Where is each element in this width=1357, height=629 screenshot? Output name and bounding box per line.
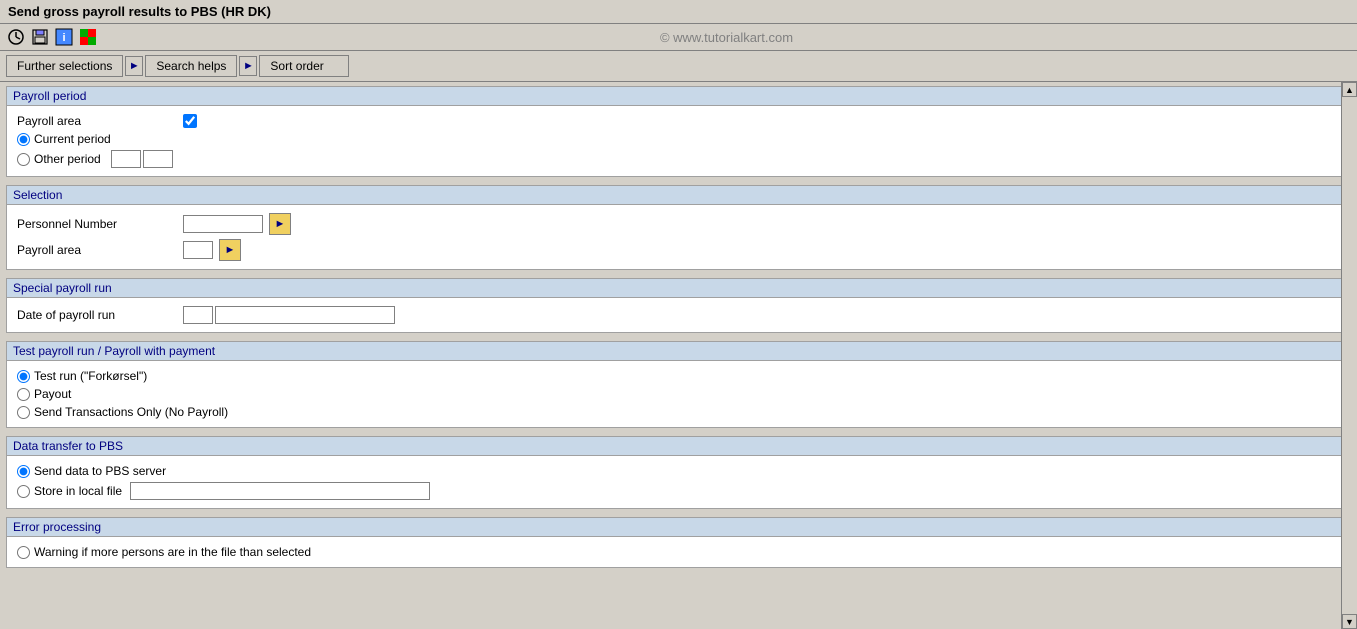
special-payroll-run-header: Special payroll run (7, 279, 1350, 298)
watermark: © www.tutorialkart.com (102, 30, 1351, 45)
arrow-btn-2[interactable]: ► (239, 56, 257, 76)
tab-sort-order[interactable]: Sort order (259, 55, 349, 77)
test-run-label: Test run ("Forkørsel") (34, 369, 147, 383)
payroll-area-row: Payroll area (17, 112, 1340, 130)
title-bar: Send gross payroll results to PBS (HR DK… (0, 0, 1357, 24)
selection-header: Selection (7, 186, 1350, 205)
other-period-label: Other period (34, 152, 101, 166)
special-payroll-run-body: Date of payroll run (7, 298, 1350, 332)
test-run-radio[interactable] (17, 370, 30, 383)
data-transfer-header: Data transfer to PBS (7, 437, 1350, 456)
window-title: Send gross payroll results to PBS (HR DK… (8, 4, 271, 19)
tab-further-selections[interactable]: Further selections (6, 55, 123, 77)
selection-section: Selection Personnel Number ► Payroll are… (6, 185, 1351, 270)
sort-order-label: Sort order (270, 59, 323, 73)
current-period-row: Current period (17, 130, 1340, 148)
scroll-up-btn[interactable]: ▲ (1342, 82, 1357, 97)
test-payroll-run-header: Test payroll run / Payroll with payment (7, 342, 1350, 361)
warning-persons-label: Warning if more persons are in the file … (34, 545, 311, 559)
store-local-input[interactable] (130, 482, 430, 500)
send-transactions-radio[interactable] (17, 406, 30, 419)
clock-icon[interactable] (6, 27, 26, 47)
selection-payroll-area-row: Payroll area ► (17, 237, 1340, 263)
personnel-number-nav-btn[interactable]: ► (269, 213, 291, 235)
tab-search-helps[interactable]: Search helps (145, 55, 237, 77)
special-payroll-run-section: Special payroll run Date of payroll run (6, 278, 1351, 333)
selection-payroll-area-nav-btn[interactable]: ► (219, 239, 241, 261)
selection-payroll-area-input[interactable] (183, 241, 213, 259)
personnel-number-label: Personnel Number (17, 217, 177, 231)
toolbar: i © www.tutorialkart.com (0, 24, 1357, 51)
payroll-area-label: Payroll area (17, 114, 177, 128)
send-transactions-row: Send Transactions Only (No Payroll) (17, 403, 1340, 421)
payout-row: Payout (17, 385, 1340, 403)
selection-payroll-area-label: Payroll area (17, 243, 177, 257)
send-transactions-label: Send Transactions Only (No Payroll) (34, 405, 228, 419)
date-payroll-run-row: Date of payroll run (17, 304, 1340, 326)
payout-radio[interactable] (17, 388, 30, 401)
store-local-radio[interactable] (17, 485, 30, 498)
error-processing-section: Error processing Warning if more persons… (6, 517, 1351, 568)
data-transfer-body: Send data to PBS server Store in local f… (7, 456, 1350, 508)
warning-persons-radio[interactable] (17, 546, 30, 559)
data-transfer-section: Data transfer to PBS Send data to PBS se… (6, 436, 1351, 509)
other-period-input2[interactable] (143, 150, 173, 168)
payroll-area-checkbox[interactable] (183, 114, 197, 128)
test-run-row: Test run ("Forkørsel") (17, 367, 1340, 385)
warning-persons-row: Warning if more persons are in the file … (17, 543, 1340, 561)
tabs-row: Further selections ► Search helps ► Sort… (0, 51, 1357, 82)
payroll-period-header: Payroll period (7, 87, 1350, 106)
send-data-radio[interactable] (17, 465, 30, 478)
other-period-input1[interactable] (111, 150, 141, 168)
scrollbar[interactable]: ▲ ▼ (1341, 82, 1357, 629)
test-payroll-run-section: Test payroll run / Payroll with payment … (6, 341, 1351, 428)
svg-text:i: i (62, 32, 65, 44)
arrow-btn-1[interactable]: ► (125, 56, 143, 76)
other-period-row: Other period (17, 148, 1340, 170)
other-period-radio[interactable] (17, 153, 30, 166)
store-local-row: Store in local file (17, 480, 1340, 502)
payout-label: Payout (34, 387, 71, 401)
search-helps-label: Search helps (156, 59, 226, 73)
personnel-number-input[interactable] (183, 215, 263, 233)
date-payroll-run-input2[interactable] (215, 306, 395, 324)
payroll-period-body: Payroll area Current period Other period (7, 106, 1350, 176)
date-payroll-run-input1[interactable] (183, 306, 213, 324)
flag-icon[interactable] (78, 27, 98, 47)
selection-body: Personnel Number ► Payroll area ► (7, 205, 1350, 269)
main-content: Payroll period Payroll area Current peri… (0, 82, 1357, 629)
send-data-row: Send data to PBS server (17, 462, 1340, 480)
store-local-label: Store in local file (34, 484, 122, 498)
info-icon[interactable]: i (54, 27, 74, 47)
current-period-radio[interactable] (17, 133, 30, 146)
date-payroll-run-label: Date of payroll run (17, 308, 177, 322)
personnel-number-row: Personnel Number ► (17, 211, 1340, 237)
error-processing-header: Error processing (7, 518, 1350, 537)
save-icon[interactable] (30, 27, 50, 47)
error-processing-body: Warning if more persons are in the file … (7, 537, 1350, 567)
test-payroll-run-body: Test run ("Forkørsel") Payout Send Trans… (7, 361, 1350, 427)
current-period-label: Current period (34, 132, 111, 146)
send-data-label: Send data to PBS server (34, 464, 166, 478)
payroll-period-section: Payroll period Payroll area Current peri… (6, 86, 1351, 177)
further-selections-label: Further selections (17, 59, 112, 73)
